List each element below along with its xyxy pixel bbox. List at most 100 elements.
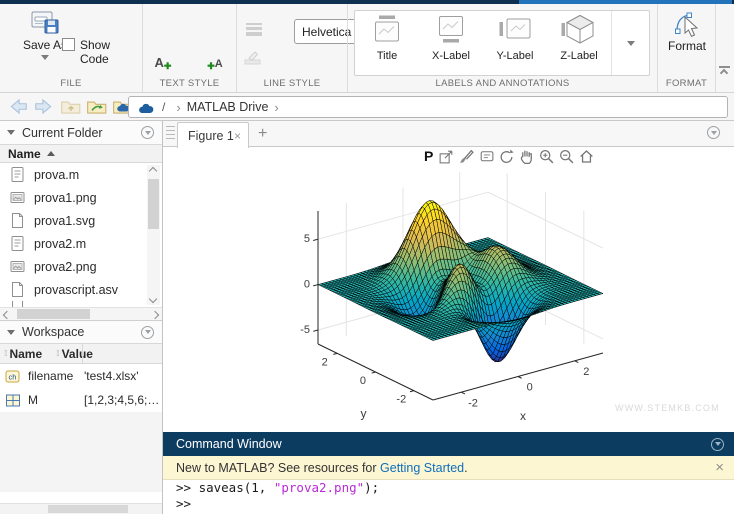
home-tool-button[interactable]	[577, 147, 595, 165]
panel-menu-icon[interactable]	[141, 325, 154, 339]
command-window-header[interactable]: Command Window	[163, 432, 734, 456]
zoom-in-tool-button[interactable]	[537, 147, 555, 165]
show-code-label: Show Code	[80, 38, 111, 66]
ribbon-section-file: Save As Show Code FILE	[0, 4, 143, 92]
watermark: WWW.STEMKB.COM	[615, 403, 720, 413]
scroll-left-icon[interactable]	[2, 310, 12, 319]
breadcrumb-separator: ›	[176, 99, 181, 115]
file-name: prova1.svg	[34, 213, 96, 228]
file-row[interactable]: prova1.png	[0, 186, 162, 209]
files-column-name: Name	[8, 146, 41, 161]
collapse-triangle-icon[interactable]	[7, 329, 15, 335]
show-code-checkbox[interactable]	[62, 38, 75, 51]
browse-folder-button[interactable]	[86, 97, 108, 116]
format-button[interactable]: Format	[662, 10, 712, 76]
scroll-right-icon[interactable]	[150, 310, 160, 319]
collapse-triangle-icon[interactable]	[7, 130, 15, 135]
mfile-icon	[10, 166, 25, 183]
breadcrumb-separator: ›	[274, 99, 279, 115]
labels-more-dropdown[interactable]	[611, 11, 649, 75]
workspace-empty-area	[0, 412, 162, 492]
workspace-row[interactable]: ch filename 'test4.xlsx'	[0, 364, 162, 388]
y-label-button[interactable]: Y-Label	[483, 11, 547, 75]
x-label-button[interactable]: X-Label	[419, 11, 483, 75]
collapse-ribbon-button[interactable]	[718, 66, 731, 78]
file-row[interactable]: prova2.m	[0, 232, 162, 255]
figure-canvas[interactable]	[163, 147, 734, 432]
pan-tool-button[interactable]	[517, 147, 535, 165]
line-width-icon	[246, 23, 262, 38]
plus-icon: ✚	[207, 61, 215, 71]
current-folder-header[interactable]: Current Folder	[0, 121, 162, 144]
figure-tab-bar: Figure 1 × +	[163, 121, 734, 148]
export-tool-button[interactable]	[437, 147, 455, 165]
variable-name: filename	[28, 369, 74, 383]
drag-handle-icon[interactable]: ⁞⁞	[4, 349, 8, 358]
file-name: prova.m	[34, 167, 80, 182]
scrollbar-thumb[interactable]	[48, 505, 128, 513]
left-sidebar: Current Folder Name prova.m prova1.png pro…	[0, 121, 163, 514]
matlab-online-window: Save As Show Code FILE Helvetica A ✚ ✚ A T…	[0, 0, 734, 514]
sidebar-horizontal-scrollbar[interactable]	[0, 503, 162, 514]
up-one-level-button[interactable]	[60, 97, 82, 116]
banner-close-icon[interactable]: ×	[715, 459, 724, 476]
breadcrumb-root[interactable]: /	[162, 100, 165, 114]
scroll-up-icon[interactable]	[148, 166, 158, 176]
decrease-font-button[interactable]: ✚ A	[203, 48, 227, 71]
zoom-out-tool-button[interactable]	[557, 147, 575, 165]
files-horizontal-scrollbar[interactable]	[0, 307, 162, 320]
svg-text:ch: ch	[9, 372, 17, 381]
workspace-col-value: Value	[61, 346, 93, 361]
file-row[interactable]: provascript.asv	[0, 278, 162, 301]
workspace-header[interactable]: Workspace	[0, 320, 162, 343]
pan-icon	[518, 148, 535, 165]
files-vertical-scrollbar[interactable]	[147, 165, 160, 305]
tab-figure-1[interactable]: Figure 1 ×	[177, 122, 249, 148]
z-label-button[interactable]: Z-Label	[547, 11, 611, 75]
breadcrumb-path[interactable]: MATLAB Drive	[187, 100, 269, 114]
variable-value: 'test4.xlsx'	[84, 369, 139, 383]
file-row[interactable]: prova2.png	[0, 255, 162, 278]
splitter-grip-icon[interactable]	[166, 126, 175, 142]
command-line[interactable]: >> saveas(1, "prova2.png");	[163, 480, 734, 496]
workspace-row[interactable]: M [1,2,3;4,5,6;…	[0, 388, 162, 412]
tab-close-icon[interactable]: ×	[234, 129, 241, 143]
file-row[interactable]: prova1.svg	[0, 209, 162, 232]
forward-button[interactable]	[33, 97, 55, 116]
panel-menu-icon[interactable]	[141, 126, 154, 139]
save-as-icon	[31, 11, 59, 34]
banner-suffix: .	[464, 460, 468, 475]
file-list: prova.m prova1.png prova1.svg prova2.m prova…	[0, 163, 162, 307]
getting-started-link[interactable]: Getting Started	[380, 461, 464, 475]
scrollbar-thumb[interactable]	[148, 179, 159, 229]
format-label: Format	[667, 39, 706, 53]
command-prompt-area[interactable]: >> saveas(1, "prova2.png"); >>	[163, 480, 734, 514]
file-name: provascript.asv	[34, 282, 119, 297]
line-style-section-label: LINE STYLE	[263, 78, 321, 89]
mfile-icon	[10, 235, 25, 252]
panel-menu-icon[interactable]	[707, 126, 720, 139]
rotate-tool-button[interactable]	[497, 147, 515, 165]
panel-menu-icon[interactable]	[711, 437, 724, 451]
scrollbar-thumb[interactable]	[17, 309, 90, 319]
matrix-variable-icon	[5, 393, 21, 408]
datatips-tool-button[interactable]	[477, 147, 495, 165]
breadcrumb[interactable]: / › MATLAB Drive ›	[128, 96, 728, 118]
sort-ascending-icon	[46, 151, 55, 156]
title-button[interactable]: Title	[355, 11, 419, 75]
overlay-letter: P	[424, 148, 434, 164]
command-line[interactable]: >>	[163, 496, 734, 512]
scroll-down-icon[interactable]	[148, 294, 158, 304]
datatips-icon	[478, 148, 495, 165]
files-column-header[interactable]: Name	[0, 144, 162, 163]
workspace-column-headers[interactable]: ⁞⁞ Name ⁞⁞ Value	[0, 343, 162, 364]
brush-tool-button[interactable]	[457, 147, 475, 165]
variable-name: M	[28, 393, 38, 407]
increase-font-button[interactable]: A ✚	[151, 48, 175, 71]
drag-handle-icon[interactable]: ⁞⁞	[56, 349, 60, 358]
command-window-title: Command Window	[176, 437, 282, 451]
new-tab-button[interactable]: +	[258, 125, 267, 143]
z-label-icon	[561, 14, 597, 48]
file-row[interactable]: prova.m	[0, 163, 162, 186]
back-button[interactable]	[7, 97, 29, 116]
